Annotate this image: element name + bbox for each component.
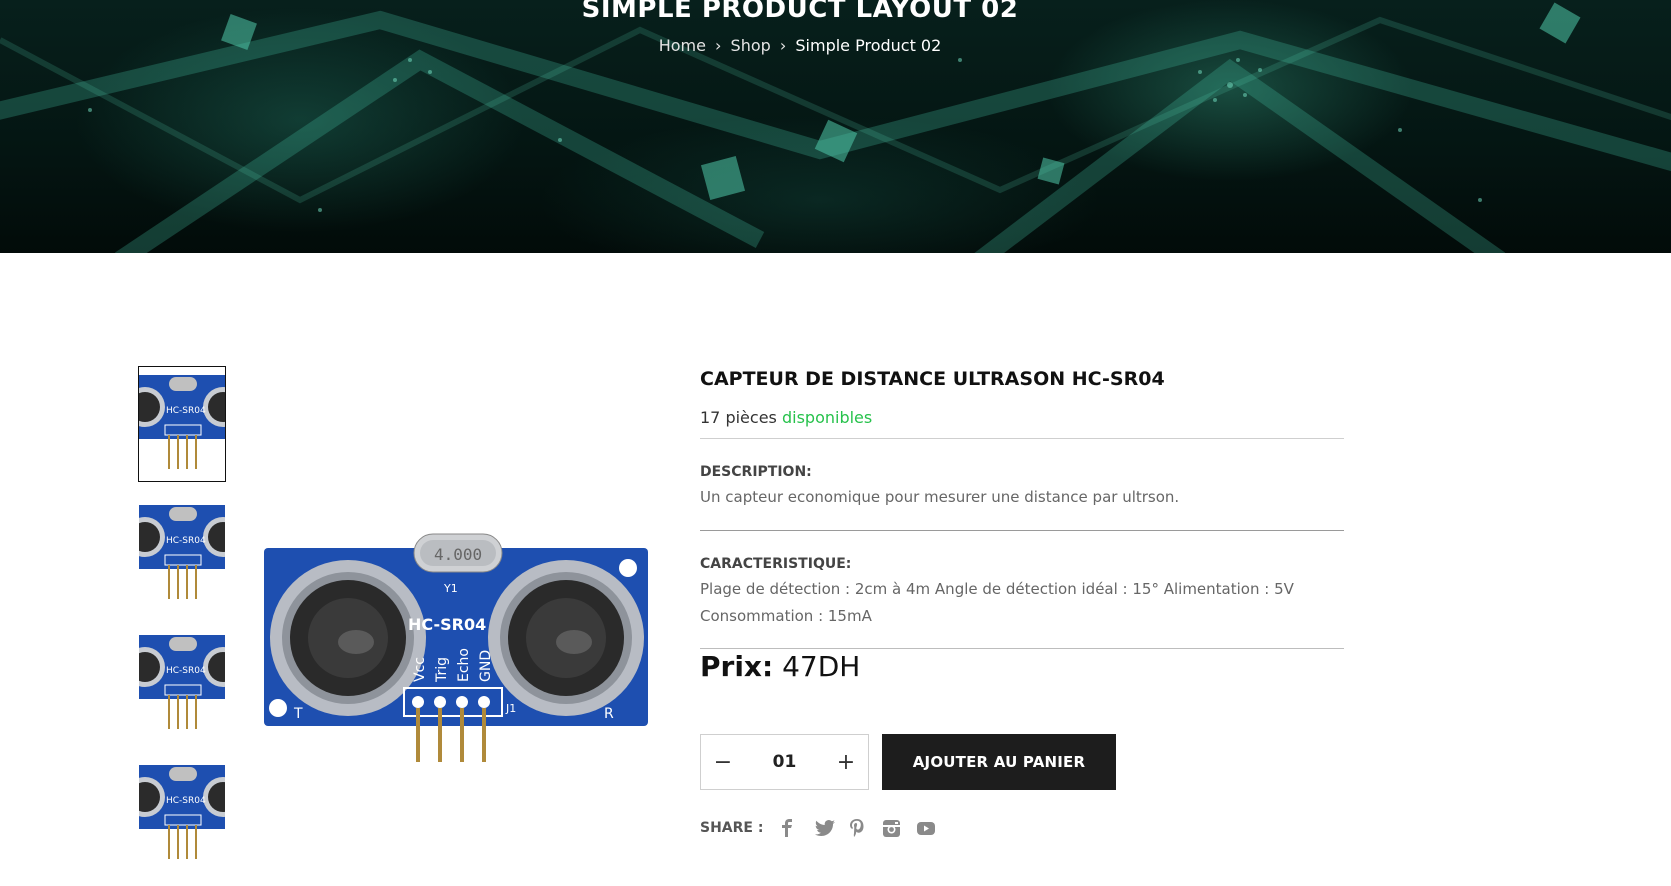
pinterest-icon[interactable]: [849, 816, 883, 840]
page-title: SIMPLE PRODUCT LAYOUT 02: [581, 0, 1019, 24]
thumbnail-image: HC-SR04: [139, 765, 225, 859]
thumbnail-3[interactable]: HC-SR04: [138, 626, 226, 742]
component-mark-y1: Y1: [443, 582, 458, 595]
component-mark-j1: J1: [505, 702, 516, 715]
pin-label-gnd: GND: [478, 650, 494, 682]
divider: [700, 530, 1344, 531]
pin-label-vcc: Vcc: [412, 657, 428, 682]
thumbnail-1[interactable]: HC-SR04: [138, 366, 226, 482]
availability-label: disponibles: [781, 408, 873, 427]
thumbnail-image: HC-SR04: [139, 505, 225, 599]
divider: [700, 648, 1344, 649]
share-label: SHARE :: [700, 820, 764, 836]
svg-text:HC-SR04: HC-SR04: [166, 536, 206, 546]
thumbnail-image: HC-SR04: [139, 375, 225, 469]
twitter-icon[interactable]: [815, 816, 849, 840]
youtube-icon[interactable]: [917, 816, 951, 840]
thumbnail-2[interactable]: HC-SR04: [138, 496, 226, 612]
breadcrumb-home-link[interactable]: Home: [659, 36, 706, 55]
share-bar: SHARE :: [700, 816, 951, 840]
transducer-mark-r: R: [604, 706, 614, 722]
thumbnail-4[interactable]: HC-SR04: [138, 756, 226, 872]
facebook-icon[interactable]: [781, 816, 815, 840]
add-to-cart-button[interactable]: AJOUTER AU PANIER: [882, 734, 1116, 790]
breadcrumb-separator: ›: [715, 36, 722, 55]
stock-status: 17 pièces disponibles: [700, 408, 872, 427]
product-title: CAPTEUR DE DISTANCE ULTRASON HC-SR04: [700, 368, 1165, 390]
increment-button[interactable]: +: [824, 735, 868, 789]
svg-text:HC-SR04: HC-SR04: [166, 666, 206, 676]
board-label: HC-SR04: [408, 615, 486, 634]
pin-label-trig: Trig: [434, 657, 450, 683]
svg-text:HC-SR04: HC-SR04: [166, 406, 206, 416]
price-value: 47DH: [782, 650, 861, 683]
description-text: Un capteur economique pour mesurer une d…: [700, 488, 1180, 506]
characteristics-text: Plage de détection : 2cm à 4m Angle de d…: [700, 580, 1294, 625]
instagram-icon[interactable]: [883, 816, 917, 840]
quantity-input[interactable]: 01: [745, 752, 824, 772]
pin-label-echo: Echo: [456, 648, 472, 682]
decrement-button[interactable]: −: [701, 735, 745, 789]
breadcrumb-separator: ›: [779, 36, 787, 55]
thumbnail-image: HC-SR04: [139, 635, 225, 729]
svg-text:HC-SR04: HC-SR04: [166, 796, 206, 806]
hc-sr04-sensor-image: 4.000 Y1 HC-SR04 Vcc Trig Echo GND J1 T …: [264, 533, 648, 762]
quantity-stepper: − 01 +: [700, 734, 869, 790]
characteristics-label: CARACTERISTIQUE:: [700, 556, 852, 572]
main-product-image: 4.000 Y1 HC-SR04 Vcc Trig Echo GND J1 T …: [248, 530, 668, 790]
price-label: Prix:: [700, 650, 774, 683]
transducer-mark-t: T: [293, 706, 303, 722]
divider: [700, 438, 1344, 439]
breadcrumb-shop-link[interactable]: Shop: [731, 36, 771, 55]
breadcrumb: Home › Shop › Simple Product 02: [0, 36, 1600, 55]
description-label: DESCRIPTION:: [700, 464, 812, 480]
stock-count: 17 pièces: [700, 408, 777, 427]
hero-banner: SIMPLE PRODUCT LAYOUT 02 Home › Shop › S…: [0, 0, 1671, 253]
breadcrumb-current: Simple Product 02: [795, 36, 942, 55]
price: Prix: 47DH: [700, 650, 860, 683]
crystal-label: 4.000: [434, 545, 482, 564]
